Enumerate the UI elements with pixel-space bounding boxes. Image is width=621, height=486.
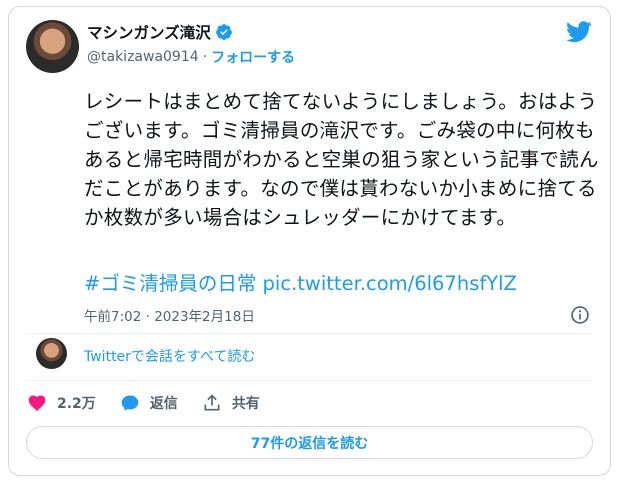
twitter-bird-icon[interactable] <box>566 21 592 43</box>
share-label: 共有 <box>231 396 260 412</box>
share-icon <box>204 394 220 411</box>
divider <box>26 333 593 334</box>
tweet-text: レシートはまとめて捨てないようにしましょう。おはようございます。ゴミ清掃員の滝沢… <box>84 90 599 229</box>
tweet-timestamp[interactable]: 午前7:02 · 2023年2月18日 <box>84 305 255 325</box>
verified-badge-icon <box>215 24 232 40</box>
author-display-name[interactable]: マシンガンズ滝沢 <box>87 21 211 43</box>
author-handle[interactable]: @takizawa0914 <box>87 49 199 65</box>
info-icon[interactable] <box>570 305 590 325</box>
author-info: マシンガンズ滝沢 @takizawa0914 · フォローする <box>87 21 295 67</box>
like-count: 2.2万 <box>57 396 96 412</box>
hashtag-link[interactable]: #ゴミ清掃員の日常 <box>84 272 256 295</box>
media-link[interactable]: pic.twitter.com/6l67hsfYlZ <box>263 272 517 295</box>
tweet-card: マシンガンズ滝沢 @takizawa0914 · フォローする レシートはまとめ… <box>8 6 611 476</box>
action-bar: 2.2万 返信 共有 <box>27 393 284 413</box>
reply-icon <box>121 395 139 411</box>
tweet-links: #ゴミ清掃員の日常 pic.twitter.com/6l67hsfYlZ <box>84 269 517 298</box>
heart-icon <box>28 395 46 411</box>
share-button[interactable]: 共有 <box>202 393 260 413</box>
handle-separator: · <box>202 49 208 65</box>
divider <box>26 380 593 381</box>
like-button[interactable]: 2.2万 <box>27 393 96 413</box>
reply-label: 返信 <box>149 396 178 412</box>
conversation-avatar <box>36 338 67 369</box>
follow-button[interactable]: フォローする <box>211 47 295 67</box>
read-conversation-link[interactable]: Twitterで会話をすべて読む <box>84 346 255 366</box>
reply-button[interactable]: 返信 <box>120 393 178 413</box>
read-replies-button[interactable]: 77件の返信を読む <box>26 426 593 459</box>
author-avatar[interactable] <box>26 20 79 73</box>
